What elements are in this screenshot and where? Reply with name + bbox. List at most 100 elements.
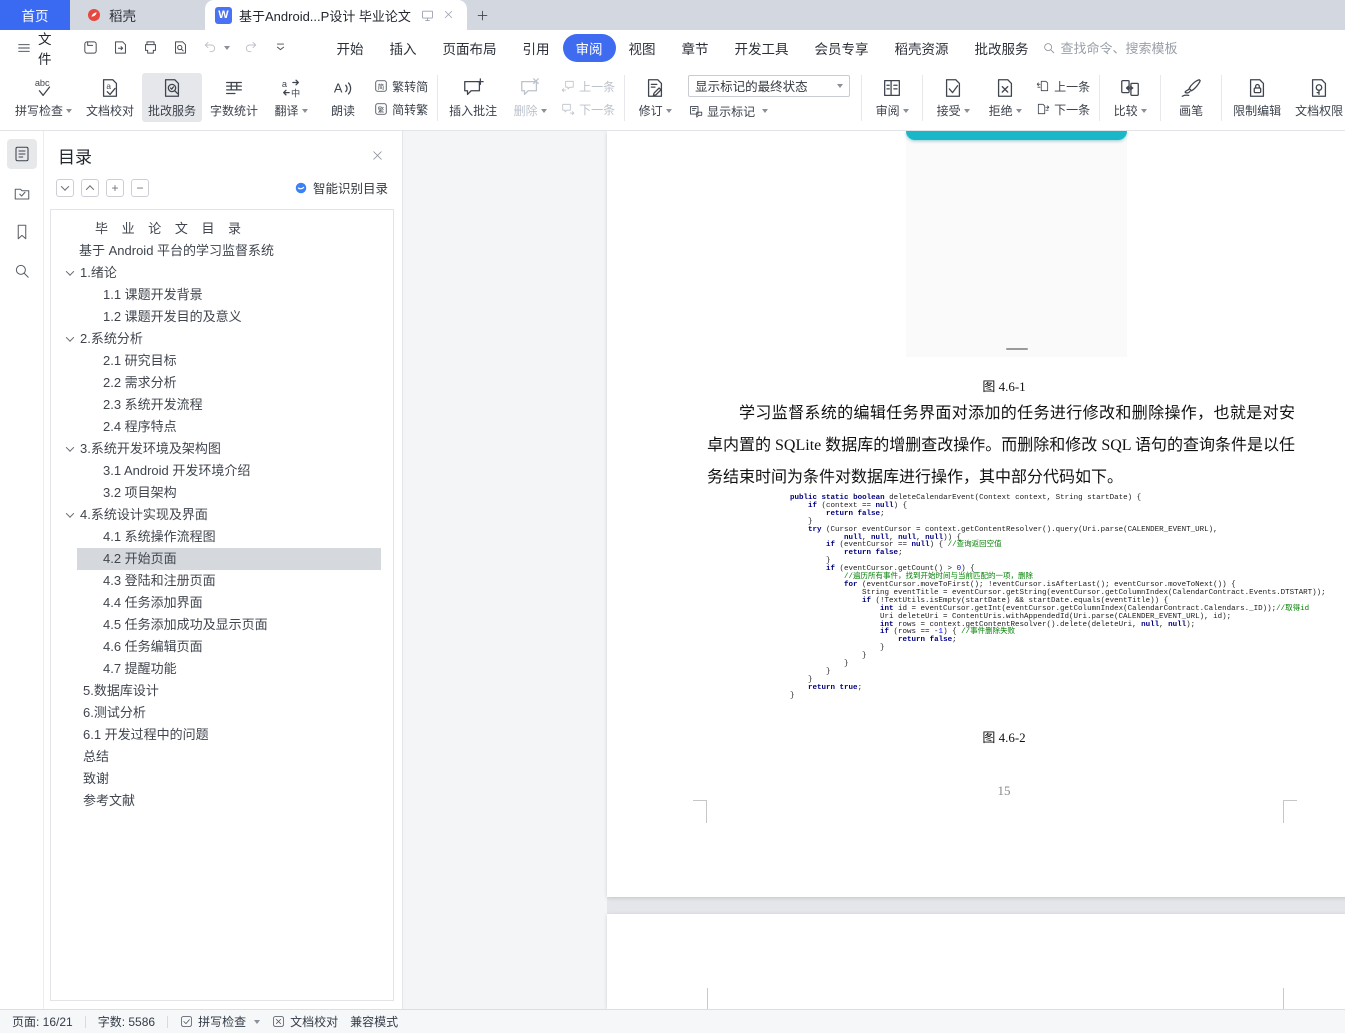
document-page-16[interactable]: 图 4.6-1 学习监督系统的编辑任务界面对添加的任务进行修改和删除操作，也就是… — [607, 131, 1345, 897]
undo-caret[interactable] — [223, 45, 230, 50]
tab-home[interactable]: 首页 — [0, 0, 70, 30]
marks-state-combobox[interactable]: 显示标记的最终状态 — [688, 74, 851, 97]
ribbon-button-下一条[interactable]: 下一条 — [1036, 100, 1090, 119]
toc-item-4.2开始页面[interactable]: 4.2 开始页面 — [77, 548, 381, 570]
spellcheck-toggle[interactable]: 拼写检查 — [180, 1013, 261, 1030]
ribbon-button-插入批注[interactable]: 插入批注 — [443, 73, 503, 122]
ribbon-button-拒绝[interactable]: 拒绝 — [980, 73, 1030, 122]
menu-tab-审阅[interactable]: 审阅 — [562, 33, 616, 62]
doc-proof-toggle[interactable]: 文档校对 — [272, 1013, 338, 1030]
toc-item-1.1课题开发背景[interactable]: 1.1 课题开发背景 — [51, 284, 393, 306]
print-preview-icon[interactable] — [172, 39, 189, 56]
ribbon-button-比较[interactable]: 比较 — [1105, 73, 1155, 122]
expand-prev-button[interactable] — [81, 178, 99, 197]
toc-item-4.1系统操作流程图[interactable]: 4.1 系统操作流程图 — [51, 526, 393, 548]
ribbon-button-简转繁[interactable]: 繁简转繁 — [374, 100, 428, 119]
toc-item-致谢[interactable]: 致谢 — [51, 768, 393, 790]
rail-search-button[interactable] — [7, 256, 37, 286]
chevron-down-icon[interactable] — [65, 509, 75, 518]
ribbon-button-拼写检查[interactable]: abc 拼写检查 — [9, 73, 78, 122]
toc-item-4.5任务添加成功及显示页面[interactable]: 4.5 任务添加成功及显示页面 — [51, 614, 393, 636]
chevron-down-icon[interactable] — [65, 333, 75, 342]
chevron-down-icon[interactable] — [65, 443, 75, 452]
toc-item-总结[interactable]: 总结 — [51, 746, 393, 768]
expand-all-button[interactable]: + — [106, 178, 124, 197]
toc-item-2.4程序特点[interactable]: 2.4 程序特点 — [51, 416, 393, 438]
save-icon[interactable] — [82, 39, 99, 56]
spellcheck-caret[interactable] — [254, 1019, 261, 1024]
menu-tab-视图[interactable]: 视图 — [616, 34, 669, 62]
file-menu-button[interactable]: 文件 — [12, 28, 62, 68]
document-workspace[interactable]: 图 4.6-1 学习监督系统的编辑任务界面对添加的任务进行修改和删除操作，也就是… — [403, 131, 1345, 1009]
toc-item-基于Android平台的学习监督系统[interactable]: 基于 Android 平台的学习监督系统 — [51, 240, 393, 262]
menu-tab-稻壳资源[interactable]: 稻壳资源 — [882, 34, 962, 62]
page-indicator[interactable]: 页面: 16/21 — [12, 1013, 73, 1030]
tab-docer[interactable]: 稻壳 — [70, 0, 205, 30]
ribbon-button-审阅[interactable]: 审阅 — [867, 73, 917, 122]
ribbon-button-批改服务[interactable]: 批改服务 — [142, 73, 203, 122]
word-count[interactable]: 字数: 5586 — [98, 1013, 155, 1030]
toc-item-6.1开发过程中的问题[interactable]: 6.1 开发过程中的问题 — [51, 724, 393, 746]
menu-tab-开发工具[interactable]: 开发工具 — [722, 34, 802, 62]
menu-tab-开始[interactable]: 开始 — [324, 34, 377, 62]
ribbon-button-字数统计[interactable]: 字数统计 — [204, 73, 264, 122]
toc-item-3.系统开发环境及架构图[interactable]: 3.系统开发环境及架构图 — [51, 438, 393, 460]
ribbon-button-上一条[interactable]: 上一条 — [561, 77, 615, 96]
document-page-17[interactable] — [607, 914, 1345, 1009]
ribbon-button-繁转简[interactable]: 简繁转简 — [374, 77, 428, 96]
export-icon[interactable] — [112, 39, 129, 56]
tab-document[interactable]: W 基于Android...P设计 毕业论文 — [205, 0, 467, 30]
collapse-all-button[interactable]: − — [131, 178, 149, 197]
toc-item-2.3系统开发流程[interactable]: 2.3 系统开发流程 — [51, 394, 393, 416]
toc-item-毕业论文目录[interactable]: 毕 业 论 文 目 录 — [51, 218, 393, 240]
menu-tab-章节[interactable]: 章节 — [669, 34, 722, 62]
smart-toc-button[interactable]: 智能识别目录 — [294, 178, 388, 197]
menu-tab-插入[interactable]: 插入 — [377, 34, 430, 62]
print-icon[interactable] — [142, 39, 159, 56]
ribbon-button-限制编辑[interactable]: 限制编辑 — [1227, 73, 1287, 122]
screen-share-icon[interactable] — [420, 8, 435, 23]
redo-icon[interactable] — [243, 39, 260, 56]
toc-item-参考文献[interactable]: 参考文献 — [51, 790, 393, 812]
ribbon-button-修订[interactable]: 修订 — [630, 73, 680, 122]
new-tab-button[interactable] — [467, 0, 497, 30]
toc-item-2.2需求分析[interactable]: 2.2 需求分析 — [51, 372, 393, 394]
menu-tab-引用[interactable]: 引用 — [510, 34, 563, 62]
ribbon-button-翻译[interactable]: a 中翻译 — [266, 73, 316, 122]
toc-item-2.系统分析[interactable]: 2.系统分析 — [51, 328, 393, 350]
rail-bookmark-button[interactable] — [7, 217, 37, 247]
menu-tab-会员专享[interactable]: 会员专享 — [802, 34, 882, 62]
toc-item-4.4任务添加界面[interactable]: 4.4 任务添加界面 — [51, 592, 393, 614]
toc-item-3.2项目架构[interactable]: 3.2 项目架构 — [51, 482, 393, 504]
rail-review-button[interactable] — [7, 178, 37, 208]
collapse-next-button[interactable] — [56, 178, 74, 197]
toc-item-2.1研究目标[interactable]: 2.1 研究目标 — [51, 350, 393, 372]
ribbon-button-画笔[interactable]: 画笔 — [1166, 73, 1216, 122]
ribbon-button-朗读[interactable]: A 朗读 — [318, 73, 368, 122]
ribbon-button-接受[interactable]: 接受 — [928, 73, 978, 122]
command-search[interactable]: 查找命令、搜索模板 — [1042, 38, 1178, 57]
toc-item-4.6任务编辑页面[interactable]: 4.6 任务编辑页面 — [51, 636, 393, 658]
rail-toc-button[interactable] — [6, 139, 37, 169]
ribbon-button-上一条[interactable]: 上一条 — [1036, 77, 1090, 96]
close-tab-icon[interactable] — [442, 8, 457, 23]
toc-item-4.7提醒功能[interactable]: 4.7 提醒功能 — [51, 658, 393, 680]
close-panel-icon[interactable] — [370, 148, 386, 164]
ribbon-button-下一条[interactable]: 下一条 — [561, 100, 615, 119]
ribbon-button-文档权限[interactable]: 文档权限 — [1289, 73, 1345, 122]
toc-item-1.绪论[interactable]: 1.绪论 — [51, 262, 393, 284]
ribbon-button-文档校对[interactable]: a 文档校对 — [80, 73, 140, 122]
toc-item-4.3登陆和注册页面[interactable]: 4.3 登陆和注册页面 — [51, 570, 393, 592]
toc-item-5.数据库设计[interactable]: 5.数据库设计 — [51, 680, 393, 702]
toc-item-4.系统设计实现及界面[interactable]: 4.系统设计实现及界面 — [51, 504, 393, 526]
chevron-down-icon[interactable] — [65, 267, 75, 276]
undo-icon[interactable] — [202, 39, 219, 56]
menu-tab-页面布局[interactable]: 页面布局 — [430, 34, 510, 62]
ribbon-button-删除[interactable]: 删除 — [505, 73, 555, 122]
toc-item-3.1Android开发环境介绍[interactable]: 3.1 Android 开发环境介绍 — [51, 460, 393, 482]
menu-tab-批改服务[interactable]: 批改服务 — [962, 34, 1042, 62]
toc-item-6.测试分析[interactable]: 6.测试分析 — [51, 702, 393, 724]
customize-toolbar-icon[interactable] — [273, 39, 290, 56]
ribbon-button-显示标记[interactable]: 显示标记 — [688, 102, 850, 121]
toc-item-1.2课题开发目的及意义[interactable]: 1.2 课题开发目的及意义 — [51, 306, 393, 328]
